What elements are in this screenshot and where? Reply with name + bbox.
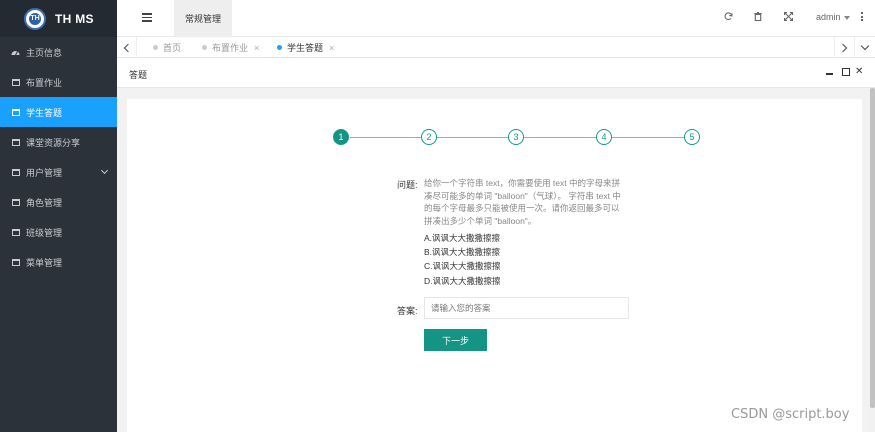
answer-input[interactable] xyxy=(424,297,629,319)
sidebar-item-label: 菜单管理 xyxy=(26,257,63,268)
window-icon xyxy=(11,78,20,86)
option-c: C.讽讽大大撒撒擦擦 xyxy=(424,261,501,271)
sidebar-item-label: 主页信息 xyxy=(26,47,63,58)
app-title: TH MS xyxy=(55,11,94,26)
minimize-icon[interactable] xyxy=(826,73,833,75)
sidebar-item-label: 角色管理 xyxy=(26,197,63,208)
top-nav-tab[interactable]: 常规管理 xyxy=(174,0,232,37)
window-icon xyxy=(11,108,20,116)
sidebar-item-menu-management[interactable]: 菜单管理 xyxy=(0,247,117,277)
fullscreen-icon[interactable] xyxy=(783,11,794,25)
trash-icon[interactable] xyxy=(754,12,762,25)
sidebar-item-label: 布置作业 xyxy=(26,77,63,88)
page-tabs-bar: 首页 布置作业 × 学生答题 × xyxy=(117,37,875,58)
close-icon[interactable]: × xyxy=(329,43,334,53)
tabs-scroll-right-button[interactable] xyxy=(834,37,854,58)
step-3: 3 xyxy=(508,129,524,145)
panel-header: 答题 ✕ xyxy=(117,58,875,88)
refresh-icon[interactable] xyxy=(724,12,733,25)
maximize-icon[interactable] xyxy=(842,68,850,76)
step-2: 2 xyxy=(421,129,437,145)
tab-label: 首页 xyxy=(163,43,182,53)
sidebar-item-label: 学生答题 xyxy=(26,107,63,118)
window-icon xyxy=(11,258,20,266)
sidebar: TH TH MS 主页信息 布置作业 学生答题 课堂资源分享 用户管理 角色管理… xyxy=(0,0,117,432)
tab-assign-homework[interactable]: 布置作业 × xyxy=(202,37,259,58)
tab-label: 布置作业 xyxy=(212,43,249,53)
user-menu[interactable]: admin xyxy=(816,12,850,22)
caret-down-icon xyxy=(843,15,850,20)
option-b: B.讽讽大大撒撒擦擦 xyxy=(424,247,501,257)
sidebar-item-resource-share[interactable]: 课堂资源分享 xyxy=(0,127,117,157)
tabs-dropdown-button[interactable] xyxy=(854,37,874,58)
scrollbar-thumb[interactable] xyxy=(870,88,875,408)
window-icon xyxy=(11,228,20,236)
vertical-dots-icon[interactable] xyxy=(861,12,864,23)
sidebar-item-assign-homework[interactable]: 布置作业 xyxy=(0,67,117,97)
sidebar-item-user-management[interactable]: 用户管理 xyxy=(0,157,117,187)
logo-icon: TH xyxy=(24,7,46,30)
option-a: A.讽讽大大撒撒擦擦 xyxy=(424,233,501,243)
chevron-down-icon xyxy=(100,166,109,175)
tabs-scroll-left-button[interactable] xyxy=(117,37,137,58)
close-icon[interactable]: × xyxy=(254,43,259,53)
close-icon[interactable]: ✕ xyxy=(855,66,863,78)
sidebar-item-class-management[interactable]: 班级管理 xyxy=(0,217,117,247)
logo-bar[interactable]: TH TH MS xyxy=(0,0,117,37)
step-1: 1 xyxy=(333,129,349,145)
chevron-down-icon xyxy=(860,41,869,51)
window-icon xyxy=(11,168,20,176)
sidebar-item-home[interactable]: 主页信息 xyxy=(0,37,117,67)
panel-title: 答题 xyxy=(129,70,148,80)
tab-dot-icon xyxy=(202,45,207,50)
username: admin xyxy=(816,12,841,22)
tab-dot-icon xyxy=(277,45,282,50)
dashboard-icon xyxy=(11,48,20,56)
chevron-left-icon xyxy=(123,43,133,52)
tab-home[interactable]: 首页 xyxy=(153,37,181,58)
window-icon xyxy=(11,138,20,146)
chevron-right-icon xyxy=(838,43,848,52)
hamburger-icon[interactable] xyxy=(142,13,152,23)
sidebar-item-label: 班级管理 xyxy=(26,227,63,238)
step-5: 5 xyxy=(684,129,700,145)
next-step-button[interactable]: 下一步 xyxy=(424,329,487,351)
step-4: 4 xyxy=(596,129,612,145)
option-d: D.讽讽大大撒撒擦擦 xyxy=(424,276,501,286)
window-icon xyxy=(11,198,20,206)
watermark: CSDN @script.boy xyxy=(731,407,850,422)
sidebar-item-student-answer[interactable]: 学生答题 xyxy=(0,97,117,127)
top-header: 常规管理 admin xyxy=(117,0,875,37)
tab-dot-icon xyxy=(153,45,158,50)
sidebar-item-role-management[interactable]: 角色管理 xyxy=(0,187,117,217)
tab-student-answer[interactable]: 学生答题 × xyxy=(277,37,334,58)
sidebar-menu: 主页信息 布置作业 学生答题 课堂资源分享 用户管理 角色管理 班级管理 菜单管… xyxy=(0,37,117,277)
question-text: 给你一个字符串 text，你需要使用 text 中的字母来拼凑尽可能多的单词 "… xyxy=(424,178,621,226)
question-label: 问题: xyxy=(397,180,418,190)
sidebar-item-label: 用户管理 xyxy=(26,167,63,178)
answer-label: 答案: xyxy=(397,306,418,316)
tab-label: 学生答题 xyxy=(287,43,324,53)
sidebar-item-label: 课堂资源分享 xyxy=(26,137,81,148)
